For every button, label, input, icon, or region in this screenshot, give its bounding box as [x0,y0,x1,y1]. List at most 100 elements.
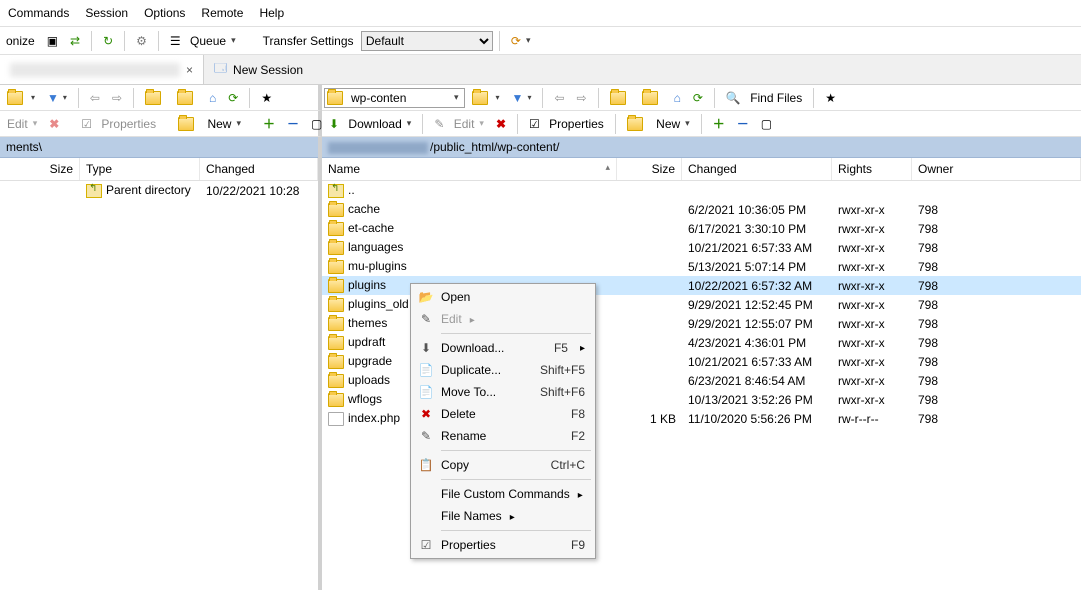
new-folder-icon [178,117,194,131]
session-tab-active[interactable]: × [0,55,204,84]
col-size[interactable]: Size [0,158,80,180]
col-name[interactable]: Name [322,158,617,180]
list-item[interactable]: cache6/2/2021 10:36:05 PMrwxr-xr-x798 [322,200,1081,219]
bookmark-icon: ★ [261,91,272,105]
minus-icon: － [287,115,299,132]
right-check-button[interactable]: ▢ [756,114,777,134]
left-up-button[interactable] [140,88,170,108]
right-delete-button[interactable]: ✖ [491,114,511,134]
right-fwd-button[interactable]: ⇨ [572,88,592,108]
synchronize-button[interactable]: onize [1,31,40,51]
menu-item-label: Rename [441,429,486,443]
col-changed[interactable]: Changed [200,158,318,180]
left-refresh-button[interactable]: ⟳ [223,88,243,108]
col-owner[interactable]: Owner [912,158,1081,180]
local-file-list[interactable]: Size Type Changed Parent directory10/22/… [0,158,318,590]
right-filter-button[interactable]: ▾ [467,88,505,108]
list-item[interactable]: et-cache6/17/2021 3:30:10 PMrwxr-xr-x798 [322,219,1081,238]
local-path-bar[interactable]: ments\ [0,137,318,158]
search-icon: 🔍 [726,91,741,105]
right-back-button[interactable]: ⇦ [549,88,569,108]
session-tabs: × 🗔 New Session [0,55,1081,85]
transfer-settings-label: Transfer Settings [263,34,354,48]
left-home-button[interactable]: ⌂ [204,88,221,108]
menu-item-icon: 📄 [418,363,434,377]
right-minus-button[interactable]: － [732,112,754,135]
menu-item-delete[interactable]: ✖DeleteF8 [413,403,593,425]
left-bookmark-button[interactable]: ★ [256,88,277,108]
right-refresh-button[interactable]: ⟳ [688,88,708,108]
remote-path-bar[interactable]: /public_html/wp-content/ [322,137,1081,158]
right-filter2-button[interactable]: ▼▾ [507,88,537,108]
right-home-button[interactable]: ⌂ [669,88,686,108]
remote-path-text: /public_html/wp-content/ [430,140,559,154]
menu-item-duplicate-[interactable]: 📄Duplicate...Shift+F5 [413,359,593,381]
refresh-icon: ⟳ [693,91,703,105]
right-plus-button[interactable]: ＋ [708,112,730,135]
left-fwd-button[interactable]: ⇨ [107,88,127,108]
menu-item-rename[interactable]: ✎RenameF2 [413,425,593,447]
menu-item-icon: ✎ [418,429,434,443]
menu-item-file-names[interactable]: File Names [413,505,593,527]
menu-commands[interactable]: Commands [2,4,75,22]
menu-item-icon: ⬇ [418,341,434,355]
menu-item-label: Properties [441,538,496,552]
sync-browse-button[interactable]: ↻ [98,31,118,51]
left-plus-button[interactable]: ＋ [258,112,280,135]
left-filter-button[interactable]: ▼▾ [42,88,72,108]
transfer-settings-select[interactable]: Default [361,31,493,51]
menu-item-download-[interactable]: ⬇Download...F5▸ [413,337,593,359]
filter-icon: ▼ [512,91,524,105]
list-item[interactable]: mu-plugins5/13/2021 5:07:14 PMrwxr-xr-x7… [322,257,1081,276]
new-folder-icon [627,117,643,131]
menu-item-label: Delete [441,407,476,421]
new-label: New [207,117,231,131]
right-properties-button[interactable]: ☑ Properties [524,114,609,134]
menu-item-file-custom-commands[interactable]: File Custom Commands [413,483,593,505]
compare-button[interactable]: ⇄ [65,31,85,51]
menu-item-move-to-[interactable]: 📄Move To...Shift+F6 [413,381,593,403]
menu-item-icon: ✖ [418,407,434,421]
left-drive-combo[interactable]: ▾ [2,88,40,108]
col-size[interactable]: Size [617,158,682,180]
menu-remote[interactable]: Remote [195,4,249,22]
menu-item-open[interactable]: 📂Open [413,286,593,308]
menu-item-copy[interactable]: 📋CopyCtrl+C [413,454,593,476]
right-new-button[interactable]: New [622,114,695,134]
list-item[interactable]: Parent directory10/22/2021 10:28 [0,181,318,200]
menu-options[interactable]: Options [138,4,191,22]
left-delete-button[interactable]: ✖ [44,114,64,134]
right-path-combo[interactable]: ▾ [324,88,465,108]
left-minus-button[interactable]: － [282,112,304,135]
right-path-input[interactable] [349,90,449,106]
right-root-button[interactable] [637,88,667,108]
reconnect-button[interactable]: ⟳ [506,31,536,51]
col-rights[interactable]: Rights [832,158,912,180]
list-item[interactable]: .. [322,181,1081,200]
edit-label: Edit [454,117,475,131]
right-bookmark-button[interactable]: ★ [820,88,841,108]
col-changed[interactable]: Changed [682,158,832,180]
main-toolbar: onize ▣ ⇄ ↻ ⚙ ☰ Queue Transfer Settings … [0,27,1081,55]
left-new-button[interactable]: New [173,114,246,134]
right-find-button[interactable]: 🔍 Find Files [721,88,807,108]
menu-help[interactable]: Help [253,4,290,22]
check-icon: ☑ [81,117,92,131]
left-properties-button[interactable]: ☑ Properties [76,114,161,134]
menu-item-properties[interactable]: ☑PropertiesF9 [413,534,593,556]
left-root-button[interactable] [172,88,202,108]
left-edit-button[interactable]: Edit [2,114,42,134]
download-button[interactable]: ⬇ Download [324,114,416,134]
col-type[interactable]: Type [80,158,200,180]
forward-icon: ⇨ [577,91,587,105]
queue-button[interactable]: ☰ Queue [165,31,241,51]
left-back-button[interactable]: ⇦ [85,88,105,108]
list-item[interactable]: languages10/21/2021 6:57:33 AMrwxr-xr-x7… [322,238,1081,257]
settings-button[interactable]: ⚙ [131,31,152,51]
menu-session[interactable]: Session [79,4,134,22]
right-edit-button[interactable]: ✎ Edit [429,114,489,134]
right-up-button[interactable] [605,88,635,108]
new-session-tab[interactable]: 🗔 New Session [204,55,313,84]
console-button[interactable]: ▣ [42,31,63,51]
close-tab-icon[interactable]: × [186,63,193,77]
